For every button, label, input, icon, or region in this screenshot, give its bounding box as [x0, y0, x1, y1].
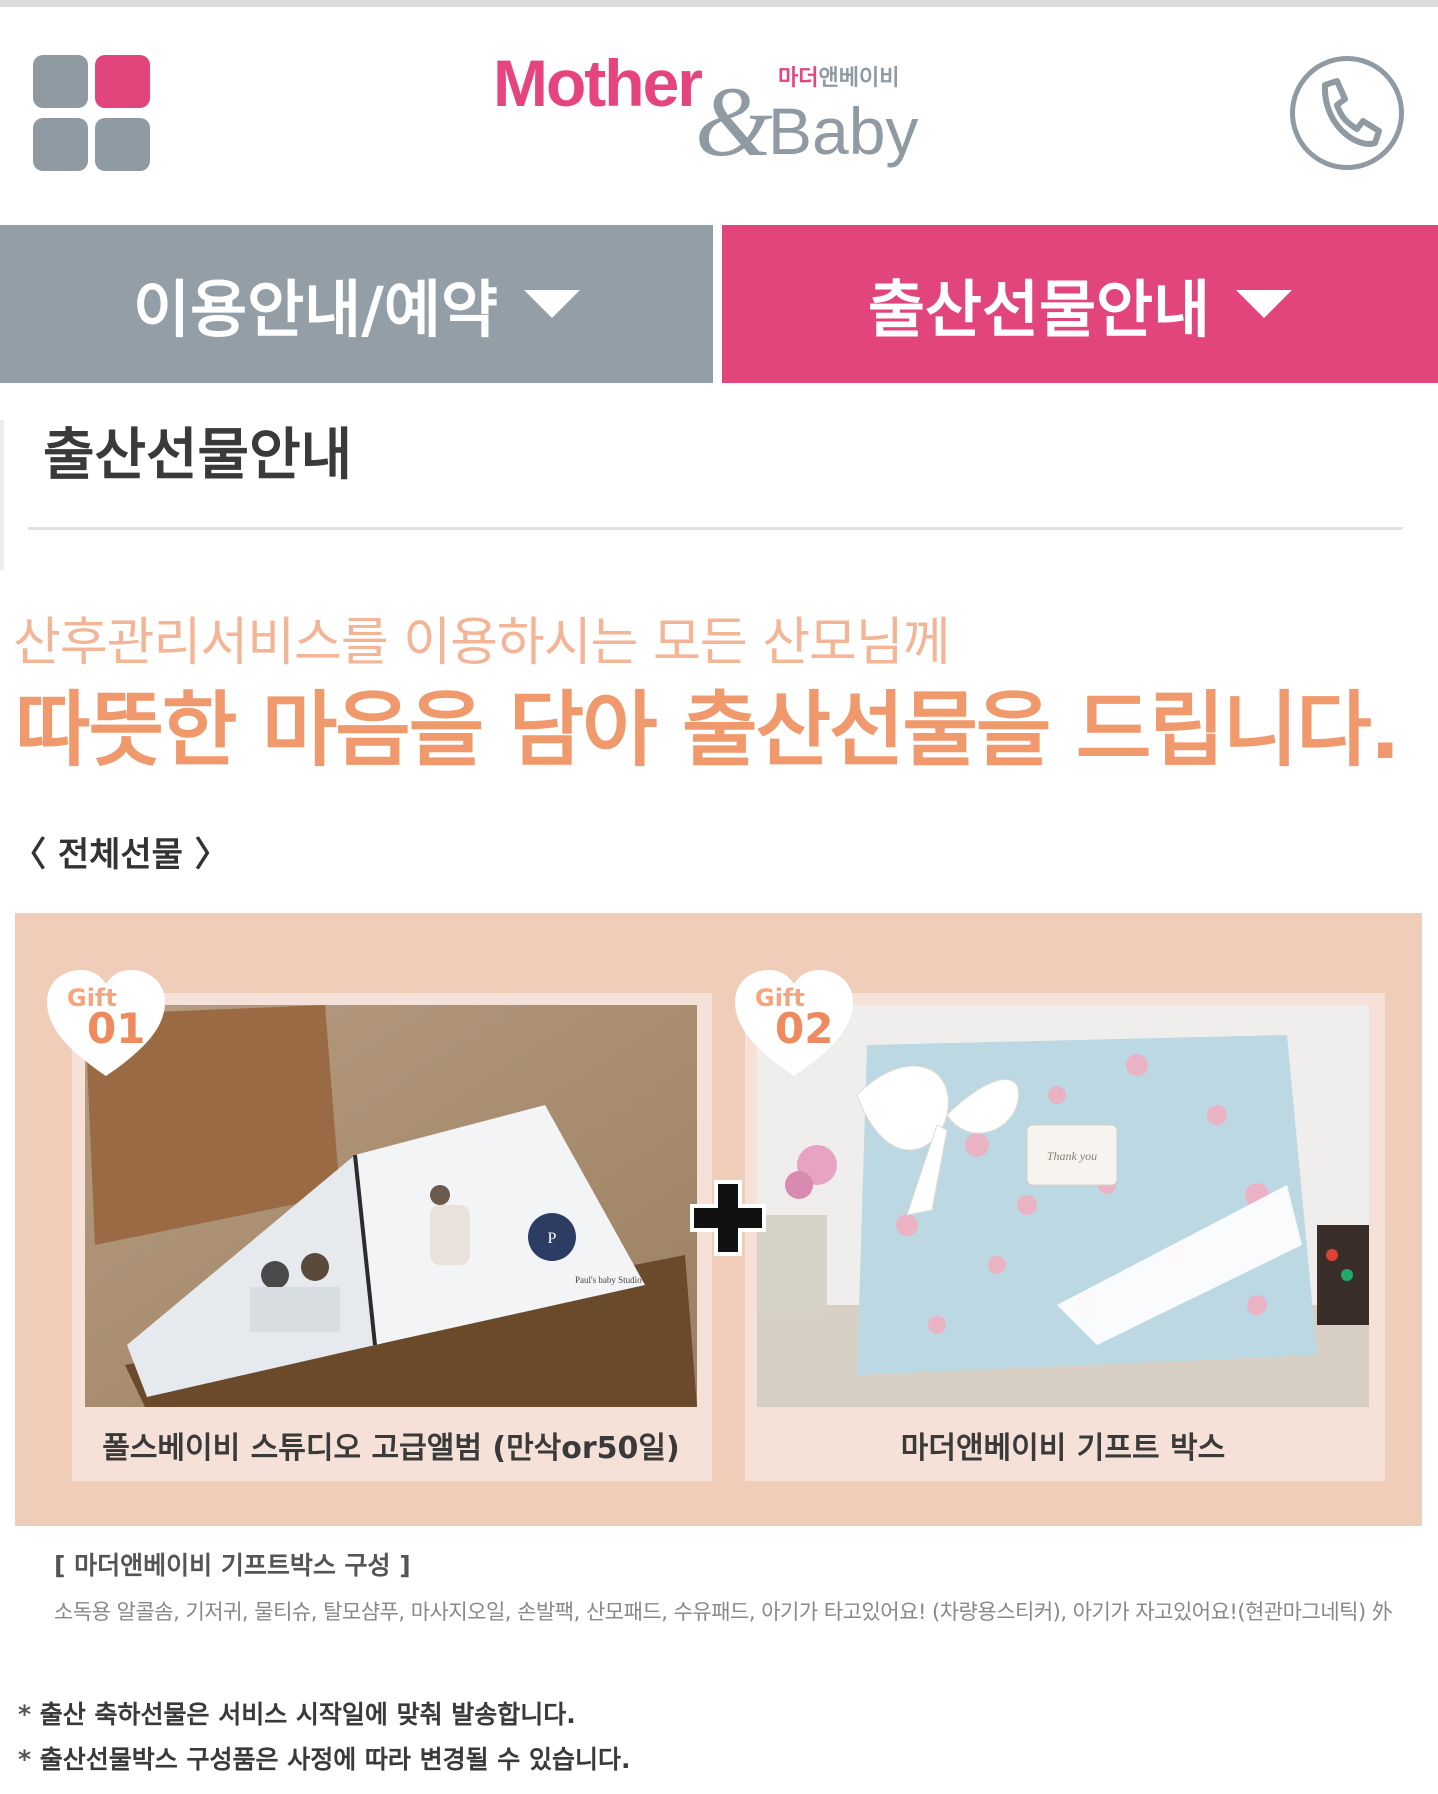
logo-korean-gray: 앤베이비: [818, 66, 900, 91]
chevron-down-icon: [1236, 290, 1293, 318]
svg-text:P: P: [548, 1230, 557, 1247]
grid-square: [33, 55, 88, 108]
giftbox-composition-title: [ 마더앤베이비 기프트박스 구성 ]: [54, 1551, 411, 1580]
giftbox-card-text: Thank you: [1047, 1149, 1097, 1163]
intro-subtitle: 산후관리서비스를 이용하시는 모든 산모님께: [13, 613, 951, 673]
logo-mother: Mother: [493, 46, 703, 120]
site-logo[interactable]: Mother & Baby 마더앤베이비: [490, 48, 930, 178]
logo-ampersand: &: [695, 66, 773, 177]
logo-baby: Baby: [768, 94, 919, 168]
gift-badge-01: Gift 01: [45, 968, 167, 1078]
page-title: 출산선물안내: [43, 423, 353, 488]
gift-badge-02: Gift 02: [733, 968, 855, 1078]
note-text: 출산 축하선물은 서비스 시작일에 맞춰 발송합니다.: [39, 1700, 576, 1729]
grid-menu-icon[interactable]: [33, 55, 155, 173]
phone-handset-icon: [1321, 78, 1382, 147]
giftbox-composition-items: 소독용 알콜솜, 기저귀, 물티슈, 탈모샴푸, 마사지오일, 손발팩, 산모패…: [54, 1600, 1393, 1624]
grid-square: [33, 118, 88, 171]
gift-caption: 마더앤베이비 기프트 박스: [900, 1431, 1226, 1466]
intro-headline: 따뜻한 마음을 담아 출산선물을 드립니다.: [15, 683, 1401, 778]
divider: [28, 527, 1403, 530]
grid-square: [95, 118, 150, 171]
album-studio-text: Paul's baby Studio: [575, 1275, 642, 1285]
tab-birth-gift[interactable]: 출산선물안내: [722, 225, 1438, 383]
plus-icon: [690, 1180, 766, 1256]
note-text: 출산선물박스 구성품은 사정에 따라 변경될 수 있습니다.: [39, 1745, 631, 1774]
logo-korean-pink: 마더: [778, 66, 819, 91]
phone-icon[interactable]: [1290, 56, 1404, 170]
section-label: 〈 전체선물 〉: [12, 835, 229, 875]
note-item: * 출산 축하선물은 서비스 시작일에 맞춰 발송합니다.: [18, 1700, 576, 1729]
album-image: P Paul's baby Studio: [85, 1005, 697, 1407]
album-photo: P Paul's baby Studio: [85, 1005, 697, 1407]
tab-usage-reservation[interactable]: 이용안내/예약: [0, 225, 713, 383]
top-border: [0, 0, 1438, 7]
gift-caption: 폴스베이비 스튜디오 고급앨범 (만삭or50일): [102, 1431, 680, 1466]
left-edge-shadow: [0, 420, 4, 570]
tab-label: 이용안내/예약: [133, 273, 498, 346]
gift-badge-number: 02: [775, 1004, 834, 1053]
chevron-down-icon: [523, 290, 580, 318]
note-item: * 출산선물박스 구성품은 사정에 따라 변경될 수 있습니다.: [18, 1745, 631, 1774]
logo-korean: 마더앤베이비: [778, 68, 899, 90]
plus-shape: [690, 1180, 766, 1256]
grid-square: [95, 55, 150, 108]
gift-badge-number: 01: [87, 1004, 146, 1053]
tab-label: 출산선물안내: [867, 273, 1211, 346]
